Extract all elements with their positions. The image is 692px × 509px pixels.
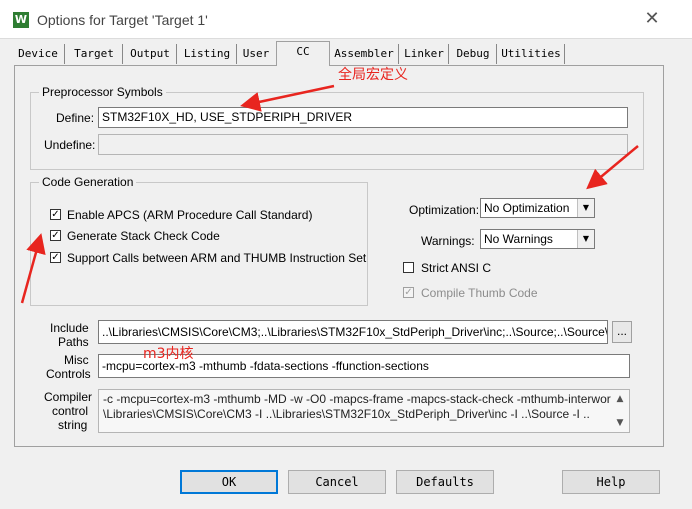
scroll-down-icon[interactable]: ▼ [613,416,627,430]
optimization-label: Optimization: [409,203,480,217]
window-title: Options for Target 'Target 1' [37,12,208,28]
cancel-button[interactable]: Cancel [288,470,386,494]
interwork-checkbox[interactable]: ✓ [50,252,61,263]
tab-debug[interactable]: Debug [450,44,497,64]
include-label-line2: Paths [58,335,89,349]
apcs-label: Enable APCS (ARM Procedure Call Standard… [67,208,313,222]
compiler-label-line2: control [52,404,89,418]
tab-device[interactable]: Device [12,44,65,64]
compile-thumb-checkbox: ✓ [403,287,414,298]
optimization-value: No Optimization [484,201,570,215]
misc-label-line2: Controls [46,367,91,381]
tab-assembler[interactable]: Assembler [330,44,399,64]
compiler-string-line1: -c -mcpu=cortex-m3 -mthumb -MD -w -O0 -m… [103,392,611,406]
tab-user[interactable]: User [238,44,274,64]
define-label: Define: [56,111,95,125]
tab-utilities[interactable]: Utilities [498,44,565,64]
include-paths-input[interactable]: ..\Libraries\CMSIS\Core\CM3;..\Libraries… [98,320,608,344]
close-icon[interactable]: ✕ [640,8,664,30]
misc-label-line1: Misc [64,353,89,367]
preprocessor-symbols-group: Preprocessor Symbols [30,85,644,170]
strict-ansi-label: Strict ANSI C [421,261,492,275]
apcs-checkbox[interactable]: ✓ [50,209,61,220]
chevron-down-icon: ▼ [577,230,594,248]
group-title-preprocessor: Preprocessor Symbols [39,85,166,99]
compiler-label-line3: string [58,418,88,432]
compile-thumb-label: Compile Thumb Code [421,286,538,300]
tab-linker[interactable]: Linker [400,44,449,64]
annotation-global-macro: 全局宏定义 [338,67,408,83]
include-paths-browse-button[interactable]: ... [612,321,632,343]
tab-listing[interactable]: Listing [178,44,237,64]
chevron-down-icon: ▼ [577,199,594,217]
undefine-input[interactable] [98,134,628,155]
include-label-line1: Include [50,321,89,335]
interwork-label: Support Calls between ARM and THUMB Inst… [67,251,367,265]
strict-ansi-checkbox[interactable] [403,262,414,273]
tab-cc[interactable]: CC [276,41,330,66]
stack-check-checkbox[interactable]: ✓ [50,230,61,241]
annotation-m3-core: m3内核 [143,346,194,362]
compiler-string-line2: \Libraries\CMSIS\Core\CM3 -I ..\Librarie… [103,407,590,421]
defaults-button[interactable]: Defaults [396,470,494,494]
tab-output[interactable]: Output [124,44,177,64]
help-button[interactable]: Help [562,470,660,494]
group-title-code-generation: Code Generation [39,175,137,189]
compiler-label-line1: Compiler [44,390,93,404]
compiler-control-string: -c -mcpu=cortex-m3 -mthumb -MD -w -O0 -m… [98,389,630,433]
undefine-label: Undefine: [44,138,96,152]
define-input[interactable]: STM32F10X_HD, USE_STDPERIPH_DRIVER [98,107,628,128]
optimization-select[interactable]: No Optimization ▼ [480,198,595,218]
scroll-up-icon[interactable]: ▲ [613,392,627,406]
keil-app-icon: W [13,12,29,28]
stack-check-label: Generate Stack Check Code [67,229,220,243]
ok-button[interactable]: OK [180,470,278,494]
warnings-label: Warnings: [421,234,475,248]
title-bar: W Options for Target 'Target 1' ✕ [0,0,692,39]
code-generation-group: Code Generation [30,175,368,306]
warnings-value: No Warnings [484,232,553,246]
warnings-select[interactable]: No Warnings ▼ [480,229,595,249]
tab-target[interactable]: Target [66,44,123,64]
